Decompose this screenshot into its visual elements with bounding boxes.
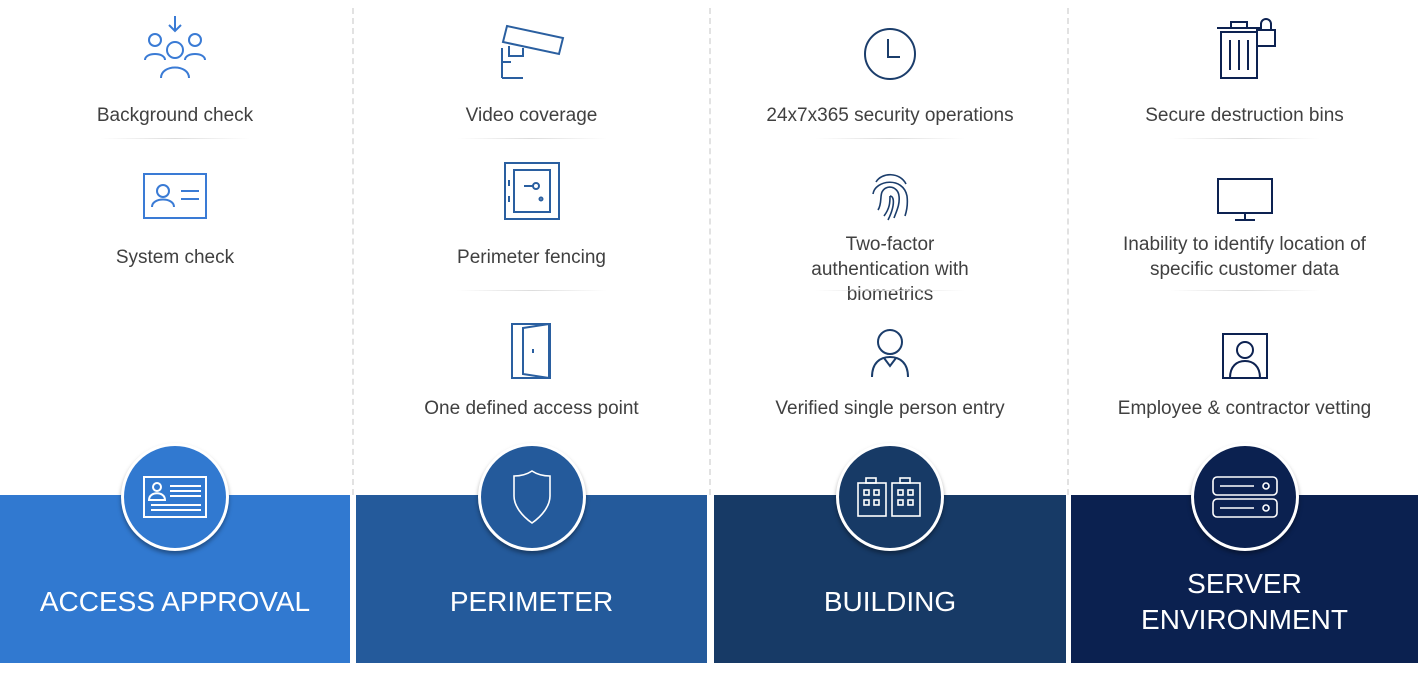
item-label: Perimeter fencing (457, 247, 606, 268)
item-label: Background check (96, 105, 254, 126)
item-label: System check (115, 247, 235, 268)
column-perimeter: Video coverage Perimeter fencing One def… (356, 0, 707, 680)
monitor-icon (1216, 178, 1273, 221)
divider (815, 290, 965, 291)
category-title: SERVER (1187, 568, 1302, 599)
item-label: Verified single person entry (775, 398, 1005, 419)
security-camera-icon (500, 24, 564, 79)
divider (100, 138, 250, 139)
fingerprint-icon (872, 173, 909, 221)
category-title: BUILDING (823, 586, 957, 617)
person-icon (871, 329, 909, 378)
divider (456, 290, 607, 291)
door-icon (510, 323, 551, 379)
column-building: 24x7x365 security operations Two-factor … (714, 0, 1066, 680)
item-label: Inability to identify location of specif… (1123, 234, 1366, 280)
item-label: Secure destruction bins (1145, 105, 1344, 126)
people-arrow-icon (144, 16, 206, 79)
divider (1169, 290, 1320, 291)
item-label: Employee & contractor vetting (1117, 398, 1372, 419)
divider (352, 8, 354, 495)
category-badge (477, 443, 586, 551)
shield-icon (512, 470, 551, 524)
id-card-icon (143, 476, 207, 518)
category-badge (121, 443, 229, 551)
server-icon (1211, 476, 1278, 518)
locked-bin-icon (1216, 18, 1276, 79)
category-title: ACCESS APPROVAL (39, 586, 311, 617)
id-badge-icon (143, 173, 207, 219)
column-server-environment: Secure destruction bins Inability to ide… (1071, 0, 1418, 680)
category-title: ENVIRONMENT (1141, 604, 1348, 635)
category-badge (1190, 443, 1299, 551)
divider (709, 8, 711, 495)
person-portrait-icon (1221, 333, 1268, 379)
divider (456, 138, 607, 139)
item-label: Video coverage (465, 105, 598, 126)
category-badge (836, 443, 944, 551)
buildings-icon (857, 477, 921, 517)
clock-icon (864, 28, 916, 80)
category-title: PERIMETER (449, 586, 614, 617)
item-label: One defined access point (424, 398, 639, 419)
divider (1169, 138, 1320, 139)
divider (1067, 8, 1069, 495)
item-label: 24x7x365 security operations (766, 105, 1014, 126)
item-label: Two-factor authentication with biometric… (811, 234, 969, 305)
divider (815, 138, 965, 139)
safe-icon (503, 162, 560, 220)
column-access-approval: Background check System check ACCESS APP… (0, 0, 350, 680)
